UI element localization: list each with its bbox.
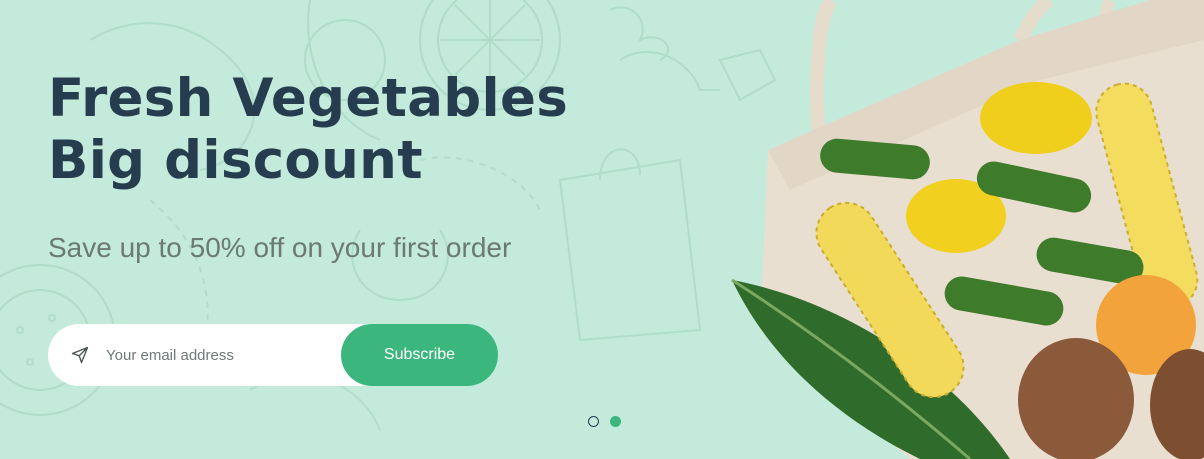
slider-dot-1[interactable] [588, 416, 599, 427]
vegetables-bag-image [731, 0, 1204, 459]
hero-title-line-1: Fresh Vegetables [48, 68, 569, 129]
slider-dot-2-active[interactable] [610, 416, 621, 427]
send-icon [71, 346, 89, 364]
hero-title: Fresh Vegetables Big discount [48, 68, 568, 192]
hero-title-line-2: Big discount [48, 130, 423, 191]
subscribe-button[interactable]: Subscribe [341, 324, 498, 386]
hero-banner: Fresh Vegetables Big discount Save up to… [0, 0, 1204, 459]
hero-subtitle: Save up to 50% off on your first order [48, 232, 512, 263]
email-input[interactable] [106, 324, 378, 386]
newsletter-form: Subscribe [48, 324, 498, 386]
